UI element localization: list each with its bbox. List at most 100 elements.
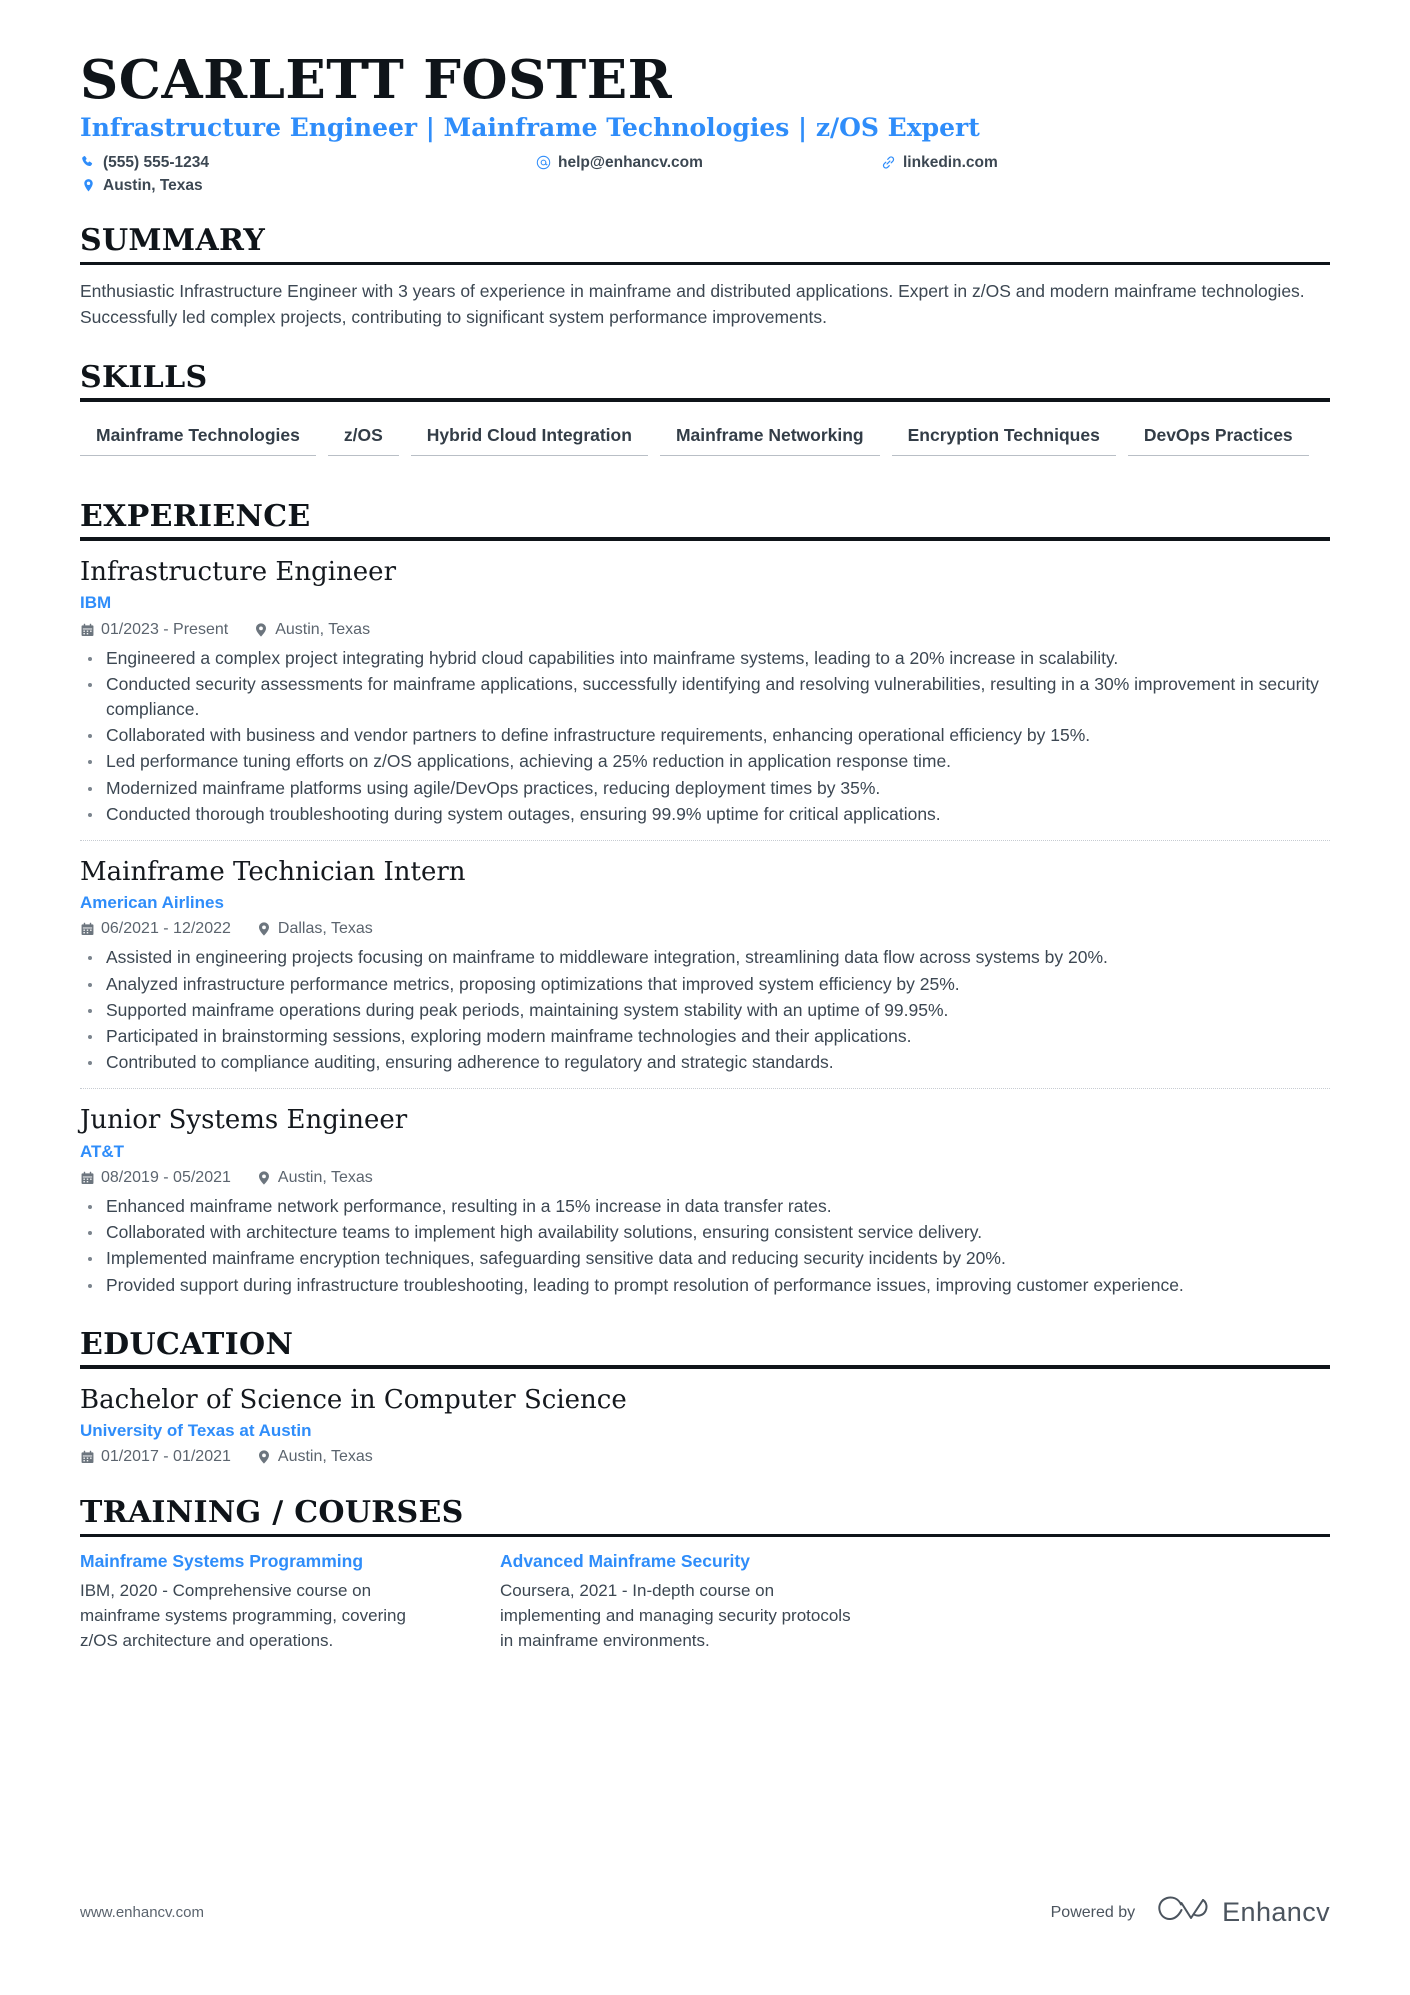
footer-branding: Powered by Enhancv <box>1051 1894 1330 1931</box>
bullet-item: Provided support during infrastructure t… <box>80 1273 1330 1298</box>
summary-section-title: SUMMARY <box>80 222 266 258</box>
footer-website-url[interactable]: www.enhancv.com <box>80 1904 204 1921</box>
bullet-item: Conducted thorough troubleshooting durin… <box>80 802 1330 827</box>
experience-company[interactable]: American Airlines <box>80 893 1330 913</box>
bullet-item: Implemented mainframe encryption techniq… <box>80 1246 1330 1271</box>
enhancv-wordmark: Enhancv <box>1222 1897 1330 1927</box>
bullet-item: Participated in brainstorming sessions, … <box>80 1024 1330 1049</box>
skill-chip: z/OS <box>327 416 399 456</box>
experience-meta: 06/2021 - 12/2022 Dallas, Texas <box>80 920 1330 938</box>
skill-chip: DevOps Practices <box>1127 416 1309 456</box>
education-dates-text: 01/2017 - 01/2021 <box>101 1448 231 1466</box>
experience-entry: Infrastructure Engineer IBM 01/2023 - Pr… <box>80 555 1330 827</box>
entry-separator <box>80 839 1330 841</box>
contact-email[interactable]: help@enhancv.com <box>535 155 880 171</box>
experience-location-text: Austin, Texas <box>277 1168 373 1186</box>
candidate-headline: Infrastructure Engineer | Mainframe Tech… <box>80 113 980 143</box>
enhancv-logo: Enhancv <box>1153 1894 1330 1931</box>
experience-dates-text: 08/2019 - 05/2021 <box>101 1168 231 1186</box>
skills-list: Mainframe Technologies z/OS Hybrid Cloud… <box>80 416 1330 470</box>
education-section: EDUCATION Bachelor of Science in Compute… <box>80 1328 1330 1467</box>
experience-entry: Mainframe Technician Intern American Air… <box>80 855 1330 1076</box>
bullet-item: Engineered a complex project integrating… <box>80 646 1330 671</box>
bullet-item: Assisted in engineering projects focusin… <box>80 945 1330 970</box>
contact-phone[interactable]: (555) 555-1234 <box>80 155 535 171</box>
phone-icon <box>80 155 96 171</box>
entry-separator <box>80 1088 1330 1090</box>
location-icon <box>257 1450 271 1465</box>
experience-location-text: Dallas, Texas <box>277 920 373 938</box>
contact-link[interactable]: linkedin.com <box>880 155 1330 171</box>
education-school[interactable]: University of Texas at Austin <box>80 1421 1330 1441</box>
experience-bullets: Assisted in engineering projects focusin… <box>80 945 1330 1075</box>
page-footer: www.enhancv.com Powered by Enhancv <box>80 1894 1330 1931</box>
powered-by-label: Powered by <box>1050 1903 1136 1921</box>
education-meta: 01/2017 - 01/2021 Austin, Texas <box>80 1448 1330 1466</box>
section-divider <box>80 261 1330 266</box>
candidate-name: SCARLETT FOSTER <box>80 49 673 111</box>
education-location-text: Austin, Texas <box>277 1448 373 1466</box>
skill-chip: Mainframe Technologies <box>80 416 316 456</box>
contact-phone-text: (555) 555-1234 <box>103 154 209 172</box>
course-item: Mainframe Systems Programming IBM, 2020 … <box>80 1551 500 1653</box>
course-description: Coursera, 2021 - In-depth course on impl… <box>500 1581 851 1650</box>
location-icon <box>254 622 268 637</box>
skill-chip: Hybrid Cloud Integration <box>410 416 648 456</box>
calendar-icon <box>80 1170 94 1185</box>
course-name[interactable]: Mainframe Systems Programming <box>80 1551 500 1572</box>
experience-role: Mainframe Technician Intern <box>80 856 466 887</box>
skills-section-title: SKILLS <box>80 359 208 395</box>
link-icon <box>880 155 896 171</box>
education-degree: Bachelor of Science in Computer Science <box>80 1384 627 1415</box>
calendar-icon <box>80 622 94 637</box>
course-item: Advanced Mainframe Security Coursera, 20… <box>500 1551 920 1653</box>
contact-list: (555) 555-1234 help@enhancv.com linkedin… <box>80 155 1330 194</box>
education-entry: Bachelor of Science in Computer Science … <box>80 1383 1330 1467</box>
location-icon <box>80 178 96 194</box>
education-dates: 01/2017 - 01/2021 <box>80 1448 231 1466</box>
experience-company[interactable]: IBM <box>80 593 1330 613</box>
summary-text: Enthusiastic Infrastructure Engineer wit… <box>80 281 1305 327</box>
skills-section: SKILLS Mainframe Technologies z/OS Hybri… <box>80 361 1330 470</box>
bullet-item: Conducted security assessments for mainf… <box>80 672 1330 722</box>
education-location: Austin, Texas <box>257 1448 373 1466</box>
contact-link-text: linkedin.com <box>903 154 998 172</box>
experience-role: Junior Systems Engineer <box>80 1105 408 1136</box>
section-divider <box>80 398 1330 402</box>
skill-chip: Mainframe Networking <box>659 416 880 456</box>
summary-section: SUMMARY Enthusiastic Infrastructure Engi… <box>80 224 1330 331</box>
email-icon <box>535 155 551 171</box>
course-name[interactable]: Advanced Mainframe Security <box>500 1551 920 1572</box>
experience-location: Austin, Texas <box>254 621 370 639</box>
contact-location-text: Austin, Texas <box>103 177 203 195</box>
experience-role: Infrastructure Engineer <box>80 556 396 587</box>
experience-bullets: Engineered a complex project integrating… <box>80 646 1330 827</box>
bullet-item: Collaborated with architecture teams to … <box>80 1220 1330 1245</box>
training-section: TRAINING / COURSES Mainframe Systems Pro… <box>80 1496 1330 1653</box>
bullet-item: Enhanced mainframe network performance, … <box>80 1194 1330 1219</box>
experience-meta: 01/2023 - Present Austin, Texas <box>80 621 1330 639</box>
contact-location: Austin, Texas <box>80 178 535 194</box>
bullet-item: Supported mainframe operations during pe… <box>80 998 1330 1023</box>
experience-section: EXPERIENCE Infrastructure Engineer IBM 0… <box>80 500 1330 1298</box>
resume-page: SCARLETT FOSTER Infrastructure Engineer … <box>0 0 1410 1995</box>
experience-location: Austin, Texas <box>257 1169 373 1187</box>
bullet-item: Led performance tuning efforts on z/OS a… <box>80 749 1330 774</box>
courses-list: Mainframe Systems Programming IBM, 2020 … <box>80 1551 1330 1653</box>
experience-dates-text: 01/2023 - Present <box>101 620 229 638</box>
experience-location: Dallas, Texas <box>257 920 373 938</box>
section-divider <box>80 1533 1330 1538</box>
experience-company[interactable]: AT&T <box>80 1142 1330 1162</box>
experience-location-text: Austin, Texas <box>275 620 371 638</box>
bullet-item: Collaborated with business and vendor pa… <box>80 723 1330 748</box>
experience-dates: 08/2019 - 05/2021 <box>80 1169 231 1187</box>
experience-dates: 01/2023 - Present <box>80 621 228 639</box>
bullet-item: Modernized mainframe platforms using agi… <box>80 776 1330 801</box>
location-icon <box>257 922 271 937</box>
enhancv-mark-icon <box>1153 1894 1211 1931</box>
section-divider <box>80 1365 1330 1369</box>
experience-section-title: EXPERIENCE <box>80 498 311 534</box>
location-icon <box>257 1170 271 1185</box>
section-divider <box>80 537 1330 541</box>
experience-dates: 06/2021 - 12/2022 <box>80 920 231 938</box>
